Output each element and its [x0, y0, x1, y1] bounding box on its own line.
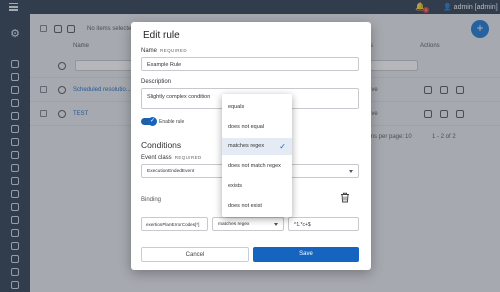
menu-option-does-not-exist[interactable]: does not exist	[222, 198, 292, 215]
menu-option-equals[interactable]: equals	[222, 99, 292, 116]
menu-option-exists[interactable]: exists	[222, 178, 292, 195]
conditions-heading: Conditions	[141, 140, 182, 150]
trash-icon[interactable]	[340, 192, 350, 203]
toggle-check-icon[interactable]: ✓	[148, 117, 157, 126]
name-label: Name REQUIRED	[141, 48, 187, 54]
cancel-button[interactable]: Cancel	[141, 247, 249, 262]
binding-label: Binding	[141, 197, 162, 203]
check-icon: ✓	[279, 142, 286, 151]
menu-option-matches-regex[interactable]: matches regex ✓	[222, 138, 292, 155]
chevron-down-icon	[349, 170, 353, 173]
chevron-down-icon	[274, 223, 278, 226]
name-input[interactable]: Example Rule	[141, 57, 359, 71]
enable-rule-label: Enable rule	[159, 119, 185, 125]
dialog-title: Edit rule	[143, 30, 180, 41]
description-label: Description	[141, 79, 172, 85]
operator-select[interactable]: matches regex	[212, 217, 284, 231]
operator-dropdown-menu: equals does not equal matches regex ✓ doe…	[222, 94, 292, 217]
menu-option-does-not-match-regex[interactable]: does not match regex	[222, 158, 292, 175]
menu-option-does-not-equal[interactable]: does not equal	[222, 119, 292, 136]
event-class-label: Event class REQUIRED	[141, 155, 202, 161]
regex-value-input[interactable]: ^1.*c+$	[288, 217, 359, 231]
save-button[interactable]: Save	[253, 247, 359, 262]
binding-field-input[interactable]: exertionPlanErrorCodes[*]	[141, 217, 208, 231]
